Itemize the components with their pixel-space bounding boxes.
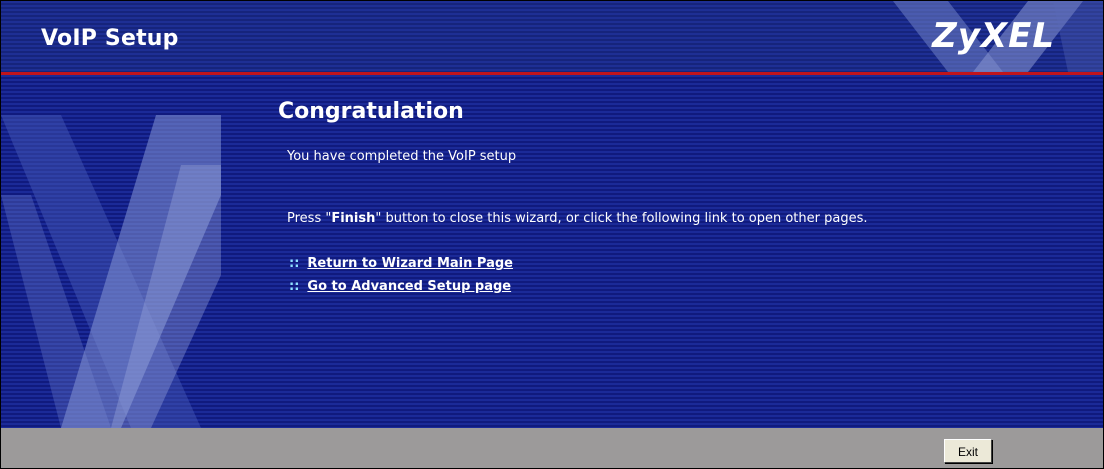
return-to-wizard-link[interactable]: :: Return to Wizard Main Page	[289, 256, 513, 271]
link-bullet-icon: ::	[289, 279, 300, 294]
header-bar: VoIP Setup ZyXEL	[1, 1, 1103, 72]
wizard-window: VoIP Setup ZyXEL Congratulation You have…	[0, 0, 1104, 469]
exit-button[interactable]: Exit	[944, 439, 992, 463]
main-panel: Congratulation You have completed the Vo…	[1, 75, 1103, 428]
link-bullet-icon: ::	[289, 256, 300, 271]
return-to-wizard-label[interactable]: Return to Wizard Main Page	[307, 256, 513, 271]
x-logo-decoration	[1, 115, 221, 428]
page-title: VoIP Setup	[41, 26, 179, 51]
zyxel-logo: ZyXEL	[932, 16, 1055, 56]
advanced-setup-label[interactable]: Go to Advanced Setup page	[307, 279, 511, 294]
instruction-suffix: " button to close this wizard, or click …	[375, 211, 868, 226]
completed-message: You have completed the VoIP setup	[287, 149, 517, 164]
congratulation-heading: Congratulation	[278, 99, 464, 124]
footer-bar: Exit	[1, 428, 1103, 468]
instruction-finish-word: Finish	[331, 211, 376, 226]
advanced-setup-link[interactable]: :: Go to Advanced Setup page	[289, 279, 511, 294]
instruction-prefix: Press "	[287, 211, 332, 226]
instruction-text: Press "Finish" button to close this wiza…	[287, 211, 868, 226]
